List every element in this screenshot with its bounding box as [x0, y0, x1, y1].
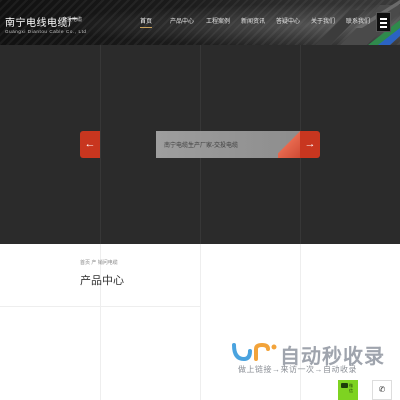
chat-label: 微 信	[349, 383, 353, 393]
hamburger-menu-icon[interactable]	[376, 12, 391, 32]
nav-item-products[interactable]: 产品中心	[170, 16, 194, 25]
phone-icon: ✆	[378, 385, 386, 394]
logo-english-name: Guangxi Diantou Cable Co., Ltd	[5, 29, 87, 34]
banner-caption-text: 南宁电缆生产厂家-交投电缆	[164, 143, 238, 149]
chat-label-line: 信	[349, 388, 353, 393]
banner-prev-button[interactable]: ←	[80, 131, 100, 158]
banner-next-button[interactable]: →	[300, 131, 320, 158]
phone-float-button[interactable]: ✆	[372, 380, 392, 400]
nav-item-contact[interactable]: 联系我们	[346, 16, 370, 25]
site-header: 南宁电线电缆厂 交投电缆 Guangxi Diantou Cable Co., …	[0, 0, 400, 45]
nav-item-about[interactable]: 关于我们	[311, 16, 335, 25]
content-divider	[100, 244, 101, 400]
banner-caption: 南宁电缆生产厂家-交投电缆	[156, 131, 300, 158]
nav-item-home[interactable]: 首页	[140, 16, 152, 25]
arrow-right-icon: →	[304, 138, 316, 150]
nav-active-underline	[140, 27, 152, 28]
watermark-slogan: 做上链接→来访一次→自动收录	[238, 365, 357, 374]
nav-item-news[interactable]: 新闻资讯	[241, 16, 265, 25]
menu-bar-middle	[380, 22, 387, 24]
nav-item-cases[interactable]: 工程案例	[206, 16, 230, 25]
content-divider	[200, 244, 201, 400]
watermark-overlay: 自动秒收录 做上链接→来访一次→自动收录	[228, 338, 388, 378]
breadcrumb[interactable]: 首页 产 销问电缆	[80, 259, 118, 266]
main-navigation: 首页 产品中心 工程案例 新闻资讯 答疑中心 关于我们 联系我们	[0, 16, 400, 28]
section-title: 产品中心	[80, 275, 124, 287]
arrow-left-icon: ←	[84, 138, 96, 150]
menu-bar-top	[380, 18, 387, 20]
menu-bar-bottom	[380, 26, 387, 28]
nav-item-faq[interactable]: 答疑中心	[276, 16, 300, 25]
chat-icon	[341, 383, 348, 388]
wechat-float-button[interactable]: 微 信	[338, 380, 358, 400]
content-horizontal-divider	[0, 306, 200, 307]
caption-accent-corner	[278, 131, 300, 158]
hero-banner: ← 南宁电缆生产厂家-交投电缆 →	[0, 45, 400, 244]
watermark-logo-icon	[232, 342, 277, 362]
banner-divider	[100, 45, 101, 244]
